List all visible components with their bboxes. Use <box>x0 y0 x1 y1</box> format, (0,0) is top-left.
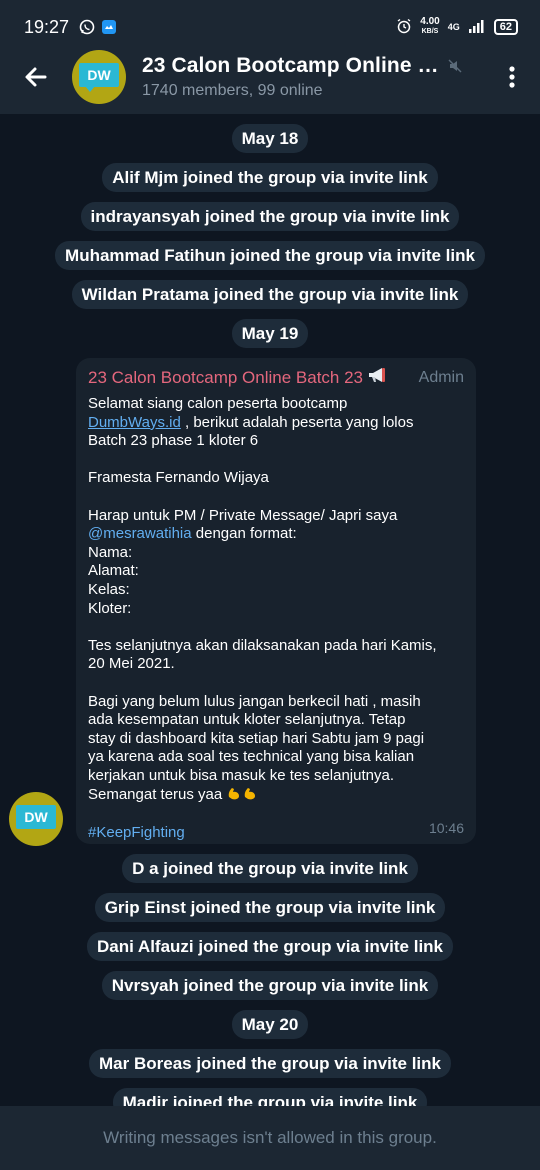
read-only-notice-bar: Writing messages isn't allowed in this g… <box>0 1106 540 1170</box>
date-separator: May 18 <box>231 124 309 153</box>
network-speed-unit: KB/S <box>421 28 439 35</box>
sender-avatar-text: DW <box>16 805 56 829</box>
message-line: Alamat: <box>88 562 139 580</box>
message-line: Semangat terus yaa <box>88 785 464 805</box>
message-line: Batch 23 phase 1 kloter 6 <box>88 432 259 450</box>
service-message[interactable]: Dani Alfauzi joined the group via invite… <box>86 932 454 961</box>
message-text: , berikut adalah peserta yang lolos <box>180 413 414 431</box>
muted-icon <box>448 59 462 78</box>
date-separator: May 19 <box>231 319 309 348</box>
message-line: stay di dashboard kita setiap hari Sabtu… <box>88 729 425 747</box>
admin-badge: Admin <box>418 368 464 386</box>
message-line: @mesrawatihia dengan format: <box>88 525 464 544</box>
message-line: kerjakan untuk bisa masuk ke tes selanju… <box>88 766 394 784</box>
status-time: 19:27 <box>24 16 70 37</box>
header-info[interactable]: 23 Calon Bootcamp Online Batch 23 1740 m… <box>142 54 442 100</box>
network-speed: 4.00 KB/S <box>420 17 439 37</box>
arrow-left-icon <box>25 67 47 87</box>
group-subtitle: 1740 members, 99 online <box>142 82 323 99</box>
message-line: Kelas: <box>88 580 130 598</box>
message-time: 10:46 <box>428 820 464 836</box>
group-avatar[interactable]: DW <box>72 50 126 104</box>
message-line: Kloter: <box>88 599 132 617</box>
group-title: 23 Calon Bootcamp Online Batch 23 <box>142 54 442 77</box>
service-message[interactable]: Mar Boreas joined the group via invite l… <box>89 1049 451 1078</box>
whatsapp-icon <box>79 19 95 35</box>
battery-indicator: 62 <box>493 19 518 35</box>
message-mention[interactable]: @mesrawatihia <box>88 525 192 542</box>
message-line: Harap untuk PM / Private Message/ Japri … <box>88 506 398 524</box>
signal-icon <box>468 19 486 36</box>
chat-messages[interactable]: May 18 Alif Mjm joined the group via inv… <box>0 114 540 1106</box>
read-only-notice: Writing messages isn't allowed in this g… <box>103 1128 437 1147</box>
message-hashtag[interactable]: #KeepFighting <box>88 824 185 841</box>
message-bubble[interactable]: 23 Calon Bootcamp Online Batch 23 Admin … <box>76 358 476 844</box>
alarm-icon <box>396 18 412 37</box>
service-message[interactable]: Nvrsyah joined the group via invite link <box>101 971 439 1000</box>
back-button[interactable] <box>0 40 72 114</box>
cloud-app-icon <box>101 19 117 35</box>
service-message[interactable]: Alif Mjm joined the group via invite lin… <box>102 163 438 192</box>
message-text: dengan format: <box>191 525 297 543</box>
service-message[interactable]: D a joined the group via invite link <box>122 854 418 883</box>
message-line: Tes selanjutnya akan dilaksanakan pada h… <box>88 636 437 654</box>
message-link[interactable]: DumbWays.id <box>88 414 181 431</box>
message-line: ya karena ada soal tes technical yang bi… <box>88 748 415 766</box>
message-line: ada kesempatan untuk kloter selanjutnya.… <box>88 711 406 729</box>
flexed-biceps-icon <box>242 786 258 803</box>
message-body: Selamat siang calon peserta bootcamp Dum… <box>88 395 464 842</box>
service-message[interactable]: indrayansyah joined the group via invite… <box>80 202 460 231</box>
message-author-row: 23 Calon Bootcamp Online Batch 23 Admin <box>88 366 464 389</box>
message-line: DumbWays.id , berikut adalah peserta yan… <box>88 414 464 433</box>
message-line: Framesta Fernando Wijaya <box>88 469 269 487</box>
message-author[interactable]: 23 Calon Bootcamp Online Batch 23 <box>88 368 363 388</box>
service-message[interactable]: Grip Einst joined the group via invite l… <box>94 893 446 922</box>
date-separator: May 20 <box>231 1010 309 1039</box>
service-message[interactable]: Madir joined the group via invite link <box>112 1088 428 1106</box>
message-line: 20 Mei 2021. <box>88 655 175 673</box>
message-text: Semangat terus yaa <box>88 786 223 804</box>
network-type: 4G <box>447 22 460 32</box>
more-vertical-icon <box>509 66 515 88</box>
megaphone-icon <box>367 366 387 389</box>
more-options-button[interactable] <box>484 40 540 114</box>
message-line: Nama: <box>88 543 133 561</box>
message-line: #KeepFighting <box>88 824 464 843</box>
flexed-biceps-icon <box>226 786 242 803</box>
message-line: Selamat siang calon peserta bootcamp <box>88 395 348 412</box>
service-message[interactable]: Muhammad Fatihun joined the group via in… <box>55 241 485 270</box>
message-line: Bagi yang belum lulus jangan berkecil ha… <box>88 692 421 710</box>
status-right-group: 4.00 KB/S 4G 62 <box>396 17 518 37</box>
group-avatar-text: DW <box>79 63 119 92</box>
network-speed-value: 4.00 <box>420 16 440 27</box>
service-message[interactable]: Wildan Pratama joined the group via invi… <box>71 280 469 309</box>
chat-header: DW 23 Calon Bootcamp Online Batch 23 174… <box>0 40 540 114</box>
sender-avatar[interactable]: DW <box>9 792 63 846</box>
